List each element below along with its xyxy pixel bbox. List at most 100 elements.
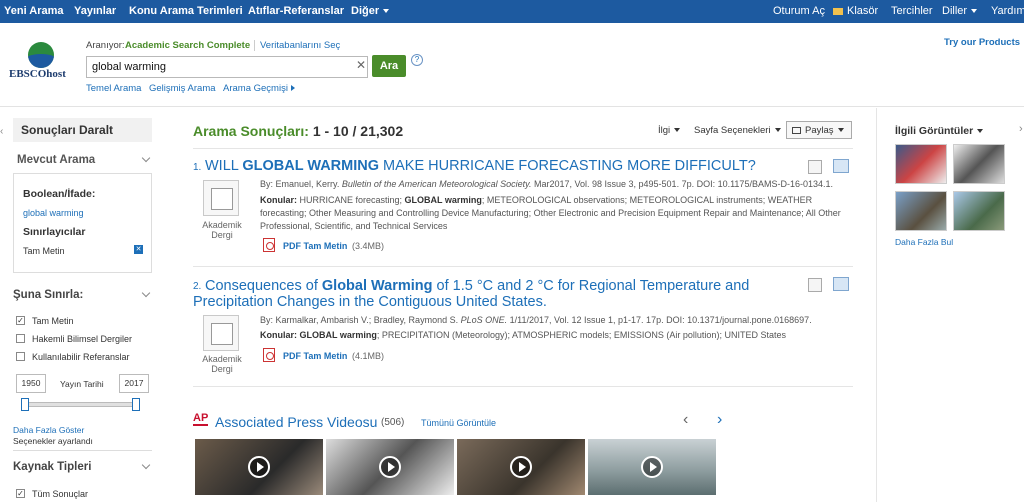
search-input[interactable]: global warming xyxy=(86,56,368,78)
play-icon[interactable] xyxy=(641,456,663,478)
relevance-sort-dropdown[interactable]: İlgi xyxy=(658,125,681,136)
result-title-link[interactable]: Consequences of Global Warming of 1.5 °C… xyxy=(205,278,749,294)
subjects-text: ; PRECIPITATION (Meteorology); ATMOSPHER… xyxy=(376,330,786,340)
publication-type: Akademik Dergi xyxy=(202,220,242,240)
more-menu[interactable]: Diğer xyxy=(351,0,390,23)
video-thumbnail[interactable] xyxy=(457,439,585,495)
view-all-link[interactable]: Tümünü Görüntüle xyxy=(421,418,496,428)
document-icon[interactable] xyxy=(203,180,239,216)
database-name: Academic Search Complete xyxy=(125,40,251,51)
sign-in-link[interactable]: Oturum Aç xyxy=(773,0,825,23)
full-text-checkbox[interactable]: ✓ xyxy=(16,316,25,325)
play-icon[interactable] xyxy=(248,456,270,478)
related-images-heading[interactable]: İlgili Görüntüler xyxy=(895,125,984,137)
peer-reviewed-checkbox[interactable] xyxy=(16,334,25,343)
all-results-checkbox[interactable]: ✓ xyxy=(16,489,25,498)
pdf-icon[interactable] xyxy=(263,348,275,362)
preferences-link[interactable]: Tercihler xyxy=(891,0,933,23)
folder-link[interactable]: Klasör xyxy=(833,0,878,23)
related-image-thumbnail[interactable] xyxy=(895,191,947,231)
new-search-link[interactable]: Yeni Arama xyxy=(4,0,64,23)
clear-search-icon[interactable]: ✕ xyxy=(356,58,366,72)
share-button[interactable]: Paylaş xyxy=(786,121,852,139)
basic-search-link[interactable]: Temel Arama xyxy=(86,83,141,94)
chevron-down-icon[interactable] xyxy=(141,460,151,470)
chevron-down-icon xyxy=(977,129,984,134)
video-thumbnail[interactable] xyxy=(326,439,454,495)
publications-link[interactable]: Yayınlar xyxy=(74,0,116,23)
pdf-icon[interactable] xyxy=(263,238,275,252)
ap-video-count: (506) xyxy=(381,417,405,428)
result-byline: By: Emanuel, Kerry. Bulletin of the Amer… xyxy=(260,178,833,191)
divider xyxy=(13,450,152,451)
type-line: Dergi xyxy=(211,364,233,374)
choose-database-link[interactable]: Veritabanlarını Seç xyxy=(254,40,340,51)
video-thumbnail[interactable] xyxy=(195,439,323,495)
year-to-input[interactable]: 2017 xyxy=(119,374,149,393)
related-image-thumbnail[interactable] xyxy=(953,191,1005,231)
languages-menu[interactable]: Diller xyxy=(942,0,978,23)
carousel-prev-icon[interactable]: ‹ xyxy=(683,411,688,429)
title-part: MAKE HURRICANE FORECASTING MORE DIFFICUL… xyxy=(379,158,756,174)
byline-details: 1/11/2017, Vol. 12 Issue 1, p1-17. 17p. … xyxy=(507,315,812,325)
result-number: 1. xyxy=(193,162,202,173)
pdf-full-text-link[interactable]: PDF Tam Metin xyxy=(283,241,347,251)
related-image-thumbnail[interactable] xyxy=(953,144,1005,184)
divider xyxy=(193,266,853,267)
results-panel: Arama Sonuçları: 1 - 10 / 21,302 İlgi Sa… xyxy=(168,108,876,502)
title-part: Consequences of xyxy=(205,278,322,294)
folder-icon xyxy=(833,7,843,15)
searching-label: Aranıyor: xyxy=(86,40,125,51)
pdf-full-text-link[interactable]: PDF Tam Metin xyxy=(283,351,347,361)
title-part: WILL xyxy=(205,158,243,174)
source-types-heading: Kaynak Tipleri xyxy=(13,461,92,473)
year-slider-start-handle[interactable] xyxy=(21,398,29,411)
try-products-link[interactable]: Try our Products xyxy=(944,37,1020,48)
remove-limiter-icon[interactable]: ✕ xyxy=(134,245,143,254)
year-slider-end-handle[interactable] xyxy=(132,398,140,411)
type-line: Akademik xyxy=(202,354,242,364)
boolean-value[interactable]: global warming xyxy=(23,208,84,218)
search-history-link[interactable]: Arama Geçmişi xyxy=(223,83,295,94)
subjects-label: Konular: xyxy=(260,195,297,205)
peer-reviewed-label: Hakemli Bilimsel Dergiler xyxy=(32,334,133,344)
search-button[interactable]: Ara xyxy=(372,55,406,77)
divider xyxy=(193,148,853,149)
help-link[interactable]: Yardım xyxy=(991,0,1024,23)
subject-terms-link[interactable]: Konu Arama Terimleri xyxy=(129,0,243,23)
references-checkbox[interactable] xyxy=(16,352,25,361)
chevron-down-icon[interactable] xyxy=(141,153,151,163)
help-icon[interactable]: ? xyxy=(411,54,423,66)
find-more-link[interactable]: Daha Fazla Bul xyxy=(895,237,953,247)
citations-link[interactable]: Atıflar-Referanslar xyxy=(248,0,344,23)
limit-to-heading: Şuna Sınırla: xyxy=(13,289,84,301)
add-to-folder-icon[interactable] xyxy=(833,159,849,173)
page-options-dropdown[interactable]: Sayfa Seçenekleri xyxy=(694,125,781,136)
show-more-link[interactable]: Daha Fazla Göster xyxy=(13,425,84,435)
chevron-down-icon[interactable] xyxy=(141,288,151,298)
carousel-next-icon[interactable]: › xyxy=(717,411,722,429)
related-image-thumbnail[interactable] xyxy=(895,144,947,184)
year-range-slider[interactable] xyxy=(24,402,138,407)
subjects-text: Professional, Scientific, and Technical … xyxy=(260,221,448,231)
add-to-folder-icon[interactable] xyxy=(833,277,849,291)
collapse-left-icon[interactable]: ‹ xyxy=(0,126,3,137)
video-thumbnail[interactable] xyxy=(588,439,716,495)
all-results-label: Tüm Sonuçlar xyxy=(32,489,89,499)
collapse-right-icon[interactable]: › xyxy=(1019,123,1023,135)
preview-magnifier-icon[interactable] xyxy=(808,278,822,292)
play-icon[interactable] xyxy=(379,456,401,478)
result-title-link[interactable]: WILL GLOBAL WARMING MAKE HURRICANE FOREC… xyxy=(205,158,756,174)
related-images-panel: İlgili Görüntüler › Daha Fazla Bul xyxy=(876,108,1024,502)
current-search-box: Boolean/İfade: global warming Sınırlayıc… xyxy=(13,173,152,273)
subjects-highlight: GLOBAL warming xyxy=(404,195,482,205)
advanced-search-link[interactable]: Gelişmiş Arama xyxy=(149,83,216,94)
preview-magnifier-icon[interactable] xyxy=(808,160,822,174)
related-images-label: İlgili Görüntüler xyxy=(895,125,974,137)
ap-video-title[interactable]: Associated Press Videosu xyxy=(215,414,377,430)
year-from-input[interactable]: 1950 xyxy=(16,374,46,393)
document-icon[interactable] xyxy=(203,315,239,351)
subjects-text: HURRICANE forecasting; xyxy=(297,195,405,205)
result-title-line2[interactable]: Precipitation Changes in the Contiguous … xyxy=(193,294,547,310)
play-icon[interactable] xyxy=(510,456,532,478)
